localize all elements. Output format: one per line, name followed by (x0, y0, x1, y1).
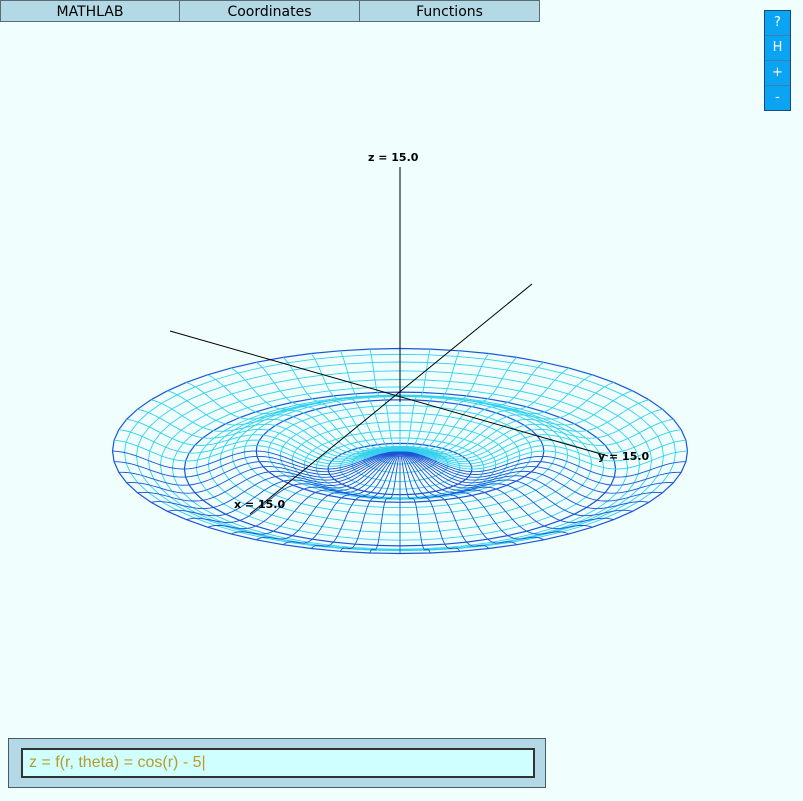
menu-mathlab[interactable]: MATHLAB (0, 0, 180, 22)
z-axis-label: z = 15.0 (368, 151, 419, 164)
y-axis (169, 330, 609, 457)
menu-bar: MATHLAB Coordinates Functions (0, 0, 540, 23)
plot-canvas[interactable]: z = 15.0 y = 15.0 x = 15.0 (0, 24, 803, 736)
x-axis-label: x = 15.0 (234, 498, 285, 511)
formula-input[interactable] (21, 748, 535, 778)
y-axis-label: y = 15.0 (598, 450, 650, 463)
formula-panel (8, 738, 546, 788)
menu-functions[interactable]: Functions (360, 0, 540, 22)
menu-coordinates[interactable]: Coordinates (180, 0, 360, 22)
